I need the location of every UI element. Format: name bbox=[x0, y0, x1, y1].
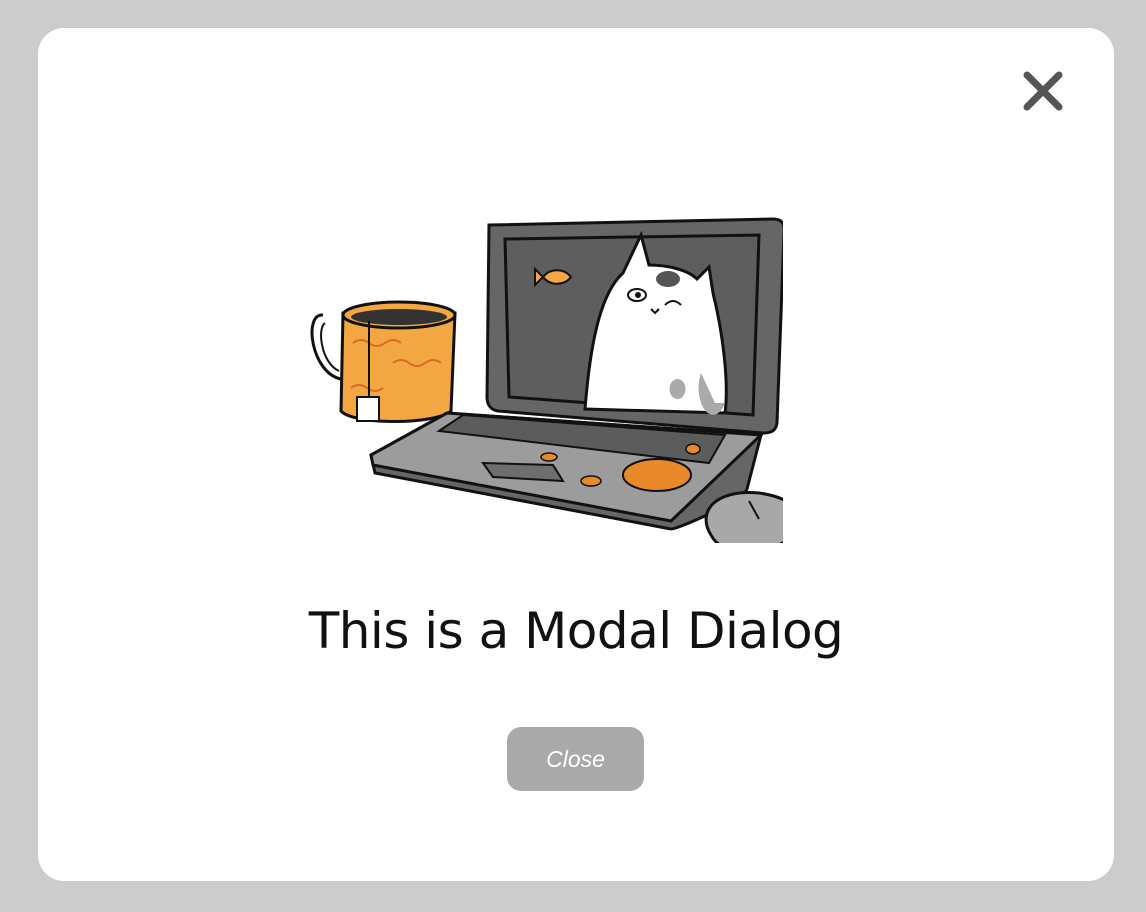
modal-title: This is a Modal Dialog bbox=[308, 602, 844, 660]
modal-dialog: This is a Modal Dialog Close bbox=[38, 28, 1114, 881]
close-button[interactable]: Close bbox=[507, 727, 644, 791]
mouse-icon bbox=[704, 491, 806, 554]
laptop-cat-illustration bbox=[273, 183, 806, 554]
mug-icon bbox=[310, 300, 457, 423]
close-icon[interactable] bbox=[1021, 69, 1065, 113]
